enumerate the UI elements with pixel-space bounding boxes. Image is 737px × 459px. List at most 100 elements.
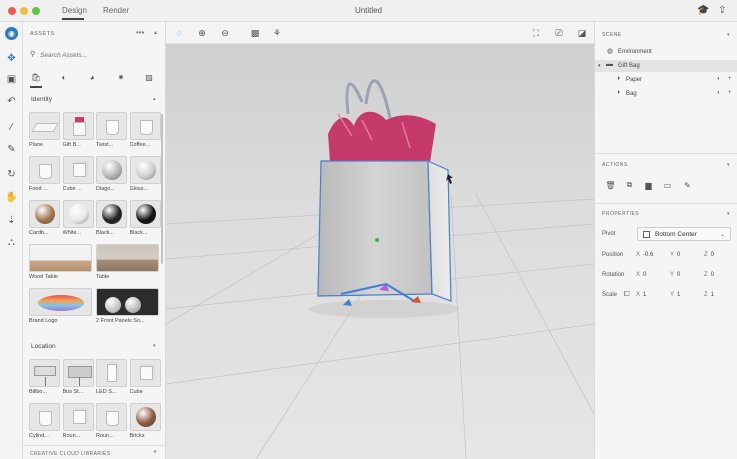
scene-item-paper[interactable]: ◑ Paper ◐ +	[595, 74, 737, 86]
asset-tile[interactable]: Cube ...	[62, 156, 94, 192]
learn-icon[interactable]: 🎓	[697, 5, 709, 16]
pivot-dropdown[interactable]: Bottom Center ⌄	[637, 227, 731, 241]
collapse-chevron-icon[interactable]: ▴	[154, 29, 157, 36]
position-x-field[interactable]: X -0.6	[636, 252, 653, 258]
image-place-icon[interactable]: ▩	[248, 26, 262, 40]
share-icon[interactable]: ⇪	[718, 5, 726, 16]
asset-tile[interactable]: Roun...	[96, 403, 127, 439]
add-icon[interactable]: +	[153, 449, 157, 456]
app-logo-icon[interactable]: ◉	[3, 25, 20, 42]
scale-y-field[interactable]: Y1	[670, 292, 680, 298]
3d-viewport[interactable]: ◌ ⊕ ⊖ ▩ ⚘ ⛶ ⎚ ◪	[166, 22, 594, 459]
rotation-z-field[interactable]: Z0	[704, 272, 714, 278]
asset-tile[interactable]: Table	[96, 244, 159, 280]
asset-tile[interactable]: Wood Table	[29, 244, 92, 280]
asset-tile[interactable]: Bricks	[129, 403, 161, 439]
asset-tile[interactable]: Billbo...	[29, 359, 60, 395]
asset-tile[interactable]: Diago...	[96, 156, 127, 192]
asset-thumbnail	[29, 359, 60, 387]
asset-tile[interactable]: Roun...	[62, 403, 94, 439]
frame-icon[interactable]: ▣	[3, 71, 20, 88]
asset-tile[interactable]: 2 Front Panels So...	[96, 288, 159, 324]
materials-icon[interactable]: ◐	[57, 70, 71, 84]
asset-tile[interactable]: Cube	[129, 359, 161, 395]
marquee-select-icon[interactable]: ◌	[172, 26, 186, 40]
scene-item-environment[interactable]: ◍ Environment	[595, 46, 737, 58]
rotation-x-field[interactable]: X0	[636, 272, 646, 278]
pan-hand-icon[interactable]: ✋	[3, 189, 20, 206]
close-window-button[interactable]	[8, 7, 16, 15]
asset-tile[interactable]: Plane	[29, 112, 60, 148]
scale-x-field[interactable]: X1	[636, 292, 646, 298]
asset-thumbnail	[96, 288, 159, 316]
properties-collapse-icon[interactable]: ▾	[727, 211, 730, 217]
material-swatch-icon[interactable]: ◐	[717, 76, 721, 82]
scene-collapse-icon[interactable]: ▾	[727, 32, 730, 38]
section-chevron-icon[interactable]: ▾	[153, 343, 156, 349]
rotation-label: Rotation	[602, 272, 625, 278]
zoom-window-button[interactable]	[32, 7, 40, 15]
delete-icon[interactable]: 🗑	[604, 179, 617, 191]
tab-design[interactable]: Design	[62, 6, 87, 15]
more-options-icon[interactable]: •••	[136, 28, 144, 37]
rotation-y-field[interactable]: Y0	[670, 272, 680, 278]
scene-item-bag[interactable]: ◑ Bag ◐ +	[595, 88, 737, 100]
asset-tile[interactable]: Cardb...	[29, 200, 60, 236]
tree-icon[interactable]: ⚘	[270, 26, 284, 40]
asset-tile-label: Gift B...	[62, 142, 81, 148]
asset-tile[interactable]: Coffee...	[129, 112, 161, 148]
add-point-icon[interactable]: ⊕	[195, 26, 209, 40]
asset-tile[interactable]: White...	[62, 200, 94, 236]
models-icon[interactable]: 🛍	[29, 70, 43, 84]
asset-tile[interactable]: Twist...	[96, 112, 127, 148]
remove-point-icon[interactable]: ⊖	[218, 26, 232, 40]
asset-tile[interactable]: Cylind...	[29, 403, 60, 439]
position-y-field[interactable]: Y0	[670, 252, 680, 258]
add-icon[interactable]: +	[728, 76, 732, 82]
duplicate-icon[interactable]: ⧉	[623, 179, 636, 191]
search-input[interactable]	[40, 49, 154, 61]
camera-icon[interactable]: ⎚	[552, 26, 566, 40]
images-icon[interactable]: ▨	[142, 70, 156, 84]
eyedropper-icon[interactable]: ✎	[681, 179, 694, 191]
render-preview-icon[interactable]: ◪	[575, 26, 589, 40]
actions-collapse-icon[interactable]: ▾	[727, 162, 730, 168]
cc-libraries-bar[interactable]: CREATIVE CLOUD LIBRARIES +	[23, 445, 165, 459]
asset-thumbnail	[129, 200, 161, 228]
asset-tile[interactable]: Gloss...	[129, 156, 161, 192]
camera-bookmark-icon[interactable]: ⛬	[3, 234, 20, 251]
group-icon[interactable]: ▆	[642, 179, 655, 191]
expand-chevron-icon[interactable]: ▾	[598, 63, 601, 69]
assets-scrollbar[interactable]	[161, 114, 163, 264]
environment-icon[interactable]: ✷	[114, 70, 128, 84]
asset-tile[interactable]: Black...	[129, 200, 161, 236]
orbit-icon[interactable]: ↻	[3, 166, 20, 183]
material-swatch-icon[interactable]: ◐	[717, 90, 721, 96]
active-category-indicator	[30, 86, 42, 88]
asset-tile[interactable]: Bus St...	[62, 359, 94, 395]
ungroup-icon[interactable]: ▭	[661, 179, 674, 191]
fullscreen-icon[interactable]: ⛶	[529, 26, 543, 40]
eyedropper-icon[interactable]: ✎	[3, 141, 20, 158]
lock-icon[interactable]: ⧠	[624, 291, 630, 299]
scene-item-gift-bag[interactable]: ▾ ▬ Gift Bag	[595, 60, 737, 72]
asset-tile[interactable]: Food ...	[29, 156, 60, 192]
asset-tile[interactable]: Brand Logo	[29, 288, 92, 324]
add-icon[interactable]: +	[728, 90, 732, 96]
undo-icon[interactable]: ↶	[3, 93, 20, 110]
scale-z-field[interactable]: Z1	[704, 292, 714, 298]
select-move-icon[interactable]: ✥	[3, 50, 20, 67]
position-z-field[interactable]: Z0	[704, 252, 714, 258]
scene-canvas[interactable]	[166, 44, 594, 459]
lights-icon[interactable]: ◕	[85, 70, 99, 84]
asset-tile[interactable]: Gift B...	[62, 112, 94, 148]
tab-render[interactable]: Render	[103, 6, 129, 15]
section-title-identity: Identity	[31, 96, 52, 103]
minimize-window-button[interactable]	[20, 7, 28, 15]
dolly-icon[interactable]: ⇣	[3, 212, 20, 229]
section-chevron-icon[interactable]: ▴	[153, 96, 156, 102]
magic-wand-icon[interactable]: ⁄	[3, 119, 20, 136]
asset-tile[interactable]: Black...	[96, 200, 127, 236]
asset-tile[interactable]: LED S...	[96, 359, 127, 395]
asset-thumbnail	[29, 156, 60, 184]
